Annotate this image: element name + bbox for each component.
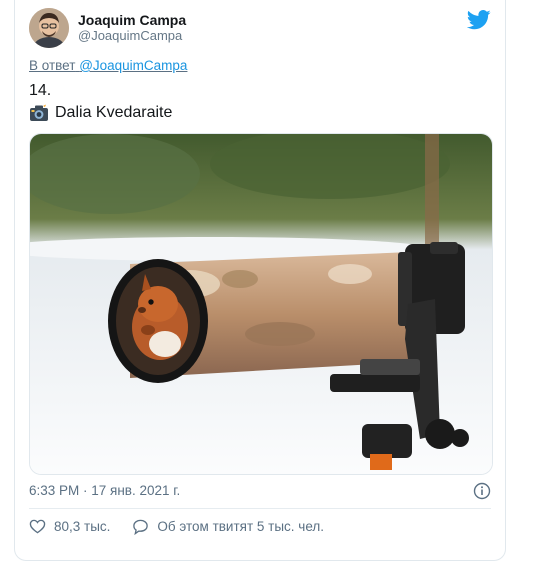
- heart-icon: [29, 519, 46, 534]
- tweet-number: 14.: [29, 82, 52, 99]
- tweet-card: Joaquim Campa @JoaquimCampa В ответ @Joa…: [14, 0, 506, 561]
- like-action[interactable]: 80,3 тыс.: [29, 518, 110, 535]
- comments-count: Об этом твитят 5 тыс. чел.: [157, 519, 325, 534]
- tweet-actions: 80,3 тыс. Об этом твитят 5 тыс. чел.: [29, 518, 346, 535]
- reply-prefix: В ответ: [29, 58, 76, 73]
- camera-icon: [30, 104, 48, 121]
- info-icon[interactable]: [473, 482, 491, 500]
- author-handle[interactable]: @JoaquimCampa: [78, 28, 186, 44]
- author-names: Joaquim Campa @JoaquimCampa: [78, 12, 186, 44]
- likes-count: 80,3 тыс.: [54, 519, 111, 534]
- twitter-bird-icon[interactable]: [467, 10, 491, 30]
- reply-handle[interactable]: @JoaquimCampa: [79, 58, 187, 73]
- comments-action[interactable]: Об этом твитят 5 тыс. чел.: [132, 518, 324, 535]
- photo-credit: Dalia Kvedaraite: [29, 104, 172, 122]
- avatar[interactable]: [29, 8, 69, 48]
- author-display-name[interactable]: Joaquim Campa: [78, 12, 186, 28]
- photo-credit-name: Dalia Kvedaraite: [55, 104, 173, 121]
- comment-icon: [133, 519, 149, 535]
- reply-to-line[interactable]: В ответ @JoaquimCampa: [29, 58, 187, 73]
- tweet-photo[interactable]: [29, 133, 493, 475]
- tweet-header: Joaquim Campa @JoaquimCampa: [29, 8, 186, 48]
- divider: [29, 508, 491, 509]
- tweet-timestamp[interactable]: 6:33 PM · 17 янв. 2021 г.: [29, 483, 180, 498]
